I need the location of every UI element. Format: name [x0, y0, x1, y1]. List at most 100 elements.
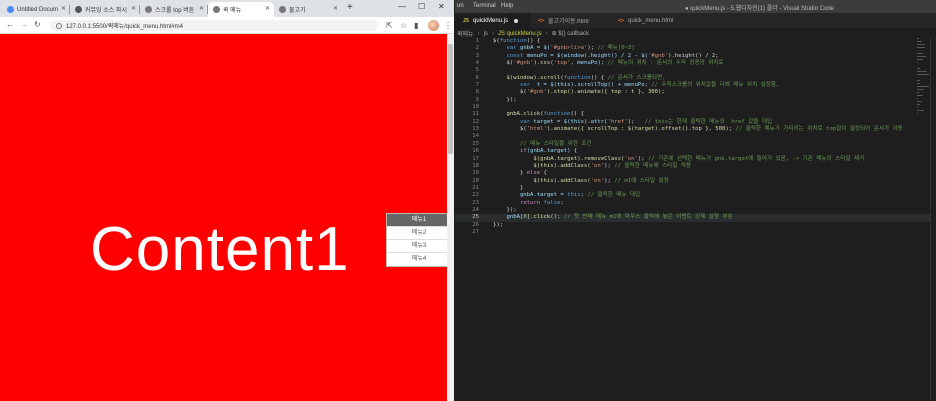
code-token: ); [604, 177, 615, 184]
close-icon[interactable]: ✕ [131, 5, 136, 12]
minimap-line [917, 53, 923, 54]
code-line[interactable]: 3 const menuPo = $(window).height() / 2 … [455, 53, 936, 60]
editor-scrollbar[interactable] [930, 38, 936, 401]
browser-tab[interactable]: 스크롤 top 버튼 ✕ [140, 2, 208, 17]
line-number: 2 [475, 45, 479, 52]
bookmark-star-icon[interactable]: ☆ [400, 21, 407, 30]
more-menu-icon[interactable]: ⋮ [444, 21, 452, 30]
code-line[interactable]: 14 [455, 133, 936, 140]
unsaved-dot-icon[interactable] [514, 18, 519, 23]
minimap[interactable] [917, 38, 929, 128]
breadcrumb-item[interactable]: JS quickMenu.js [498, 31, 542, 37]
minimize-button[interactable]: — [398, 2, 406, 11]
line-number: 20 [472, 177, 479, 184]
code-line[interactable]: 13 $('html').animate({ scrollTop : $(tar… [455, 126, 936, 133]
line-number: 15 [472, 140, 479, 147]
close-icon[interactable]: ✕ [333, 5, 338, 12]
code-text: const menuPo = $(window).height() / 2 - … [493, 52, 718, 60]
code-editor[interactable]: 1 $(function() {2 var gnbA = $('#gnb>li>a… [455, 38, 936, 401]
code-line[interactable]: 8 $('#gnb').stop().animate({ top : t }, … [455, 89, 936, 96]
url-input[interactable]: 127.0.0.1:5500/퀵메뉴/quick_menu.html#m4 [50, 20, 378, 31]
close-icon[interactable]: ✕ [199, 5, 204, 12]
code-line[interactable]: 27 [455, 229, 936, 236]
menu-run[interactable]: un [457, 3, 464, 9]
browser-tab[interactable]: Untitled Docum ✕ [2, 2, 70, 17]
quick-menu-item[interactable]: 메뉴3 [387, 240, 451, 253]
line-number: 18 [472, 162, 479, 169]
code-line[interactable]: 23 return false; [455, 200, 936, 207]
scrollbar-thumb[interactable] [448, 44, 453, 154]
avatar[interactable] [428, 20, 439, 31]
code-line[interactable]: 25 gnbA[0].click(); // 첫 번째 메뉴 m1에 마우스 클… [455, 214, 936, 222]
code-line[interactable]: 9 }); [455, 97, 936, 104]
breadcrumb-item[interactable]: 퀵메뉴 [457, 29, 474, 38]
close-icon[interactable]: ✕ [61, 5, 66, 12]
code-token: // 첫 번째 메뉴 m1에 마우스 클릭해 놓은 이벤트 강제 실행 부분 [563, 214, 733, 221]
code-token: } [493, 170, 527, 177]
browser-tab-strip: Untitled Docum ✕ 커뮤잉 소스 파시 ✕ 스크롤 top 버튼 … [0, 0, 454, 17]
code-line[interactable]: 7 var t = $(this).scrollTop() + menuPo; … [455, 82, 936, 89]
code-token: $(window).scroll( [493, 74, 564, 81]
minimap-line [917, 101, 922, 102]
browser-tab[interactable]: 커뮤잉 소스 파시 ✕ [70, 2, 140, 17]
code-text: var t = $(this).scrollTop() + menuPo; //… [493, 82, 779, 89]
code-line[interactable]: 6 $(window).scroll(function() { // 문서가 스… [455, 75, 936, 82]
code-line[interactable]: 2 var gnbA = $('#gnb>li>a'); // 메뉴[0~3] [455, 45, 936, 52]
code-text: $(gnbA.target).removeClass('on'); // 기존에… [493, 156, 864, 163]
code-line[interactable]: 16 if(gnbA.target) { [455, 148, 936, 155]
browser-tab-active[interactable]: 퀵 메뉴 ✕ [208, 2, 274, 17]
code-token: } [493, 184, 524, 191]
code-text: $('#gnb').css('top', menuPo); // 메뉴의 위치 … [493, 60, 723, 67]
code-line[interactable]: 17 $(gnbA.target).removeClass('on'); // … [455, 156, 936, 163]
code-line[interactable]: 20 $(this).addClass('on'); // m1에 스타일 설정 [455, 178, 936, 185]
info-icon[interactable] [56, 22, 62, 29]
code-token: gnbA[ [493, 214, 524, 221]
code-line[interactable]: 18 $(this).addClass('on'); // 클릭한 메뉴에 스타… [455, 163, 936, 170]
code-text: }); [493, 222, 503, 229]
maximize-button[interactable]: ☐ [418, 2, 425, 11]
breadcrumb-item[interactable]: js [484, 31, 488, 37]
side-panel-icon[interactable]: ▮ [414, 21, 418, 30]
close-window-button[interactable]: ✕ [438, 2, 445, 11]
code-line[interactable]: 5 [455, 67, 936, 74]
menu-help[interactable]: Help [501, 3, 513, 9]
code-token: $(this).addClass( [493, 177, 591, 184]
browser-window: Untitled Docum ✕ 커뮤잉 소스 파시 ✕ 스크롤 top 버튼 … [0, 0, 454, 401]
quick-menu-item[interactable]: 메뉴4 [387, 253, 451, 266]
code-line[interactable]: 15 // 메뉴 스타일을 위한 조건 [455, 141, 936, 148]
code-line[interactable]: 11 gnbA.click(function() { [455, 111, 936, 118]
page-scrollbar[interactable] [447, 34, 454, 401]
code-text: } else { [493, 170, 547, 177]
page-viewport: Content1 메뉴1 메뉴2 메뉴3 메뉴4 [0, 34, 454, 401]
code-line[interactable]: 19 } else { [455, 170, 936, 177]
code-line[interactable]: 26}); [455, 222, 936, 229]
code-token: '#gnb' [647, 52, 669, 59]
share-icon[interactable]: ⇱ [386, 21, 393, 30]
menu-terminal[interactable]: Terminal [473, 3, 496, 9]
reload-button[interactable]: ↻ [34, 20, 41, 29]
line-number: 10 [472, 104, 479, 111]
code-line[interactable]: 22 gnbA.target = this; // 클릭한 메뉴 대입 [455, 192, 936, 199]
code-token: 'on' [590, 162, 605, 169]
code-token: // 기존에 선택한 메뉴가 gnb.target에 들어가 있음, -> 기존… [647, 155, 865, 162]
code-line[interactable]: 10 [455, 104, 936, 111]
code-token: else [526, 170, 541, 177]
code-token: function [499, 38, 527, 44]
new-tab-button[interactable]: + [347, 2, 353, 13]
forward-button[interactable]: → [20, 20, 28, 29]
code-token: // m1에 스타일 설정 [614, 177, 669, 184]
browser-tab[interactable]: 물고기 ✕ [274, 2, 342, 17]
quick-menu-item[interactable]: 메뉴1 [387, 214, 451, 227]
breadcrumb-item[interactable]: ⊕ $() callback [552, 30, 589, 37]
code-line[interactable]: 4 $('#gnb').css('top', menuPo); // 메뉴의 위… [455, 60, 936, 67]
code-token: var [519, 118, 531, 125]
close-icon[interactable]: ✕ [265, 5, 270, 12]
code-text: if(gnbA.target) { [493, 148, 577, 155]
code-token: // 클릭한 메뉴 대입 [587, 192, 641, 199]
quick-menu-item[interactable]: 메뉴2 [387, 227, 451, 240]
back-button[interactable]: ← [6, 20, 14, 29]
editor-tab-active[interactable]: JS quickMenu.js [455, 13, 530, 28]
editor-tab[interactable]: <> quick_menu.html [610, 13, 690, 28]
editor-tab[interactable]: <> 물고기이동.html [530, 13, 610, 28]
